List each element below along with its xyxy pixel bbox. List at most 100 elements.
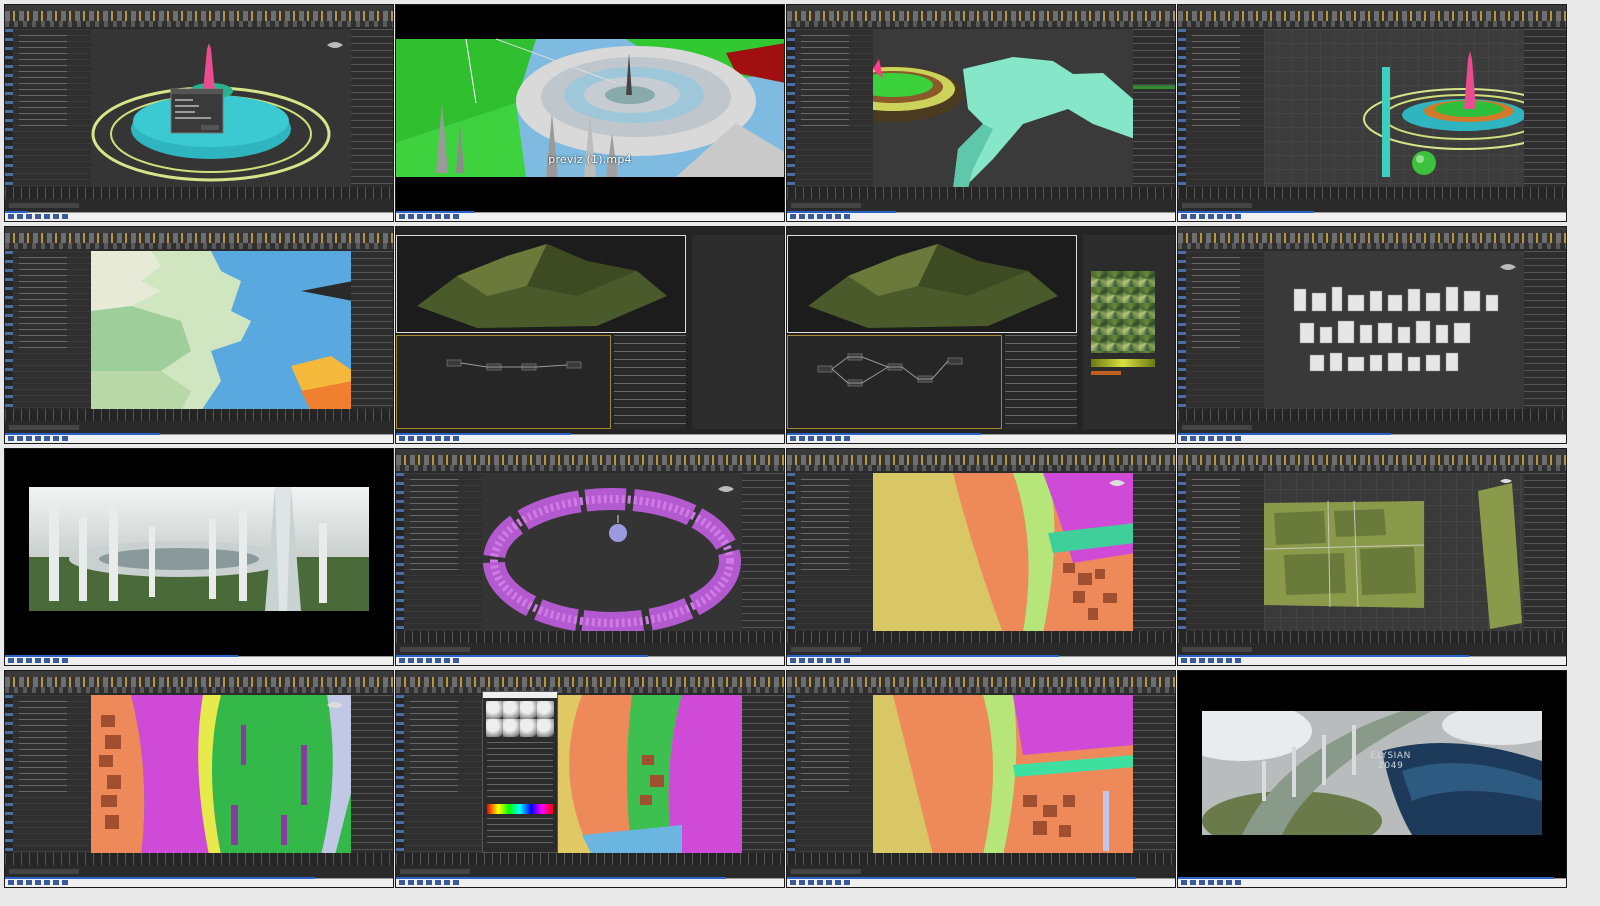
- player-controls[interactable]: [396, 656, 784, 665]
- id-map-scene-1[interactable]: [786, 448, 1176, 666]
- main-toolbar[interactable]: [5, 677, 393, 687]
- secondary-toolbar[interactable]: [396, 687, 784, 693]
- left-toolbar[interactable]: [787, 695, 795, 853]
- main-toolbar[interactable]: [5, 233, 393, 243]
- viewport[interactable]: [1264, 29, 1565, 187]
- material-editor-titlebar[interactable]: [483, 692, 557, 698]
- ring-scatter-scene[interactable]: [395, 448, 785, 666]
- color-values[interactable]: [487, 818, 553, 844]
- command-panel[interactable]: [1133, 473, 1175, 631]
- city-render[interactable]: [4, 448, 394, 666]
- command-panel[interactable]: [1524, 29, 1566, 187]
- left-toolbar[interactable]: [1178, 473, 1186, 631]
- player-controls[interactable]: [787, 212, 1175, 221]
- timeline[interactable]: [396, 631, 784, 643]
- command-panel[interactable]: [1133, 29, 1175, 187]
- player-controls[interactable]: [1178, 656, 1566, 665]
- main-toolbar[interactable]: [396, 455, 784, 465]
- color-spectrum[interactable]: [487, 804, 553, 814]
- texture-panel[interactable]: [1083, 235, 1175, 429]
- player-controls[interactable]: [787, 656, 1175, 665]
- left-toolbar[interactable]: [787, 473, 795, 631]
- viewport[interactable]: [482, 473, 742, 634]
- left-toolbar[interactable]: [5, 695, 13, 853]
- timeline[interactable]: [1178, 187, 1566, 199]
- viewport[interactable]: [91, 695, 353, 855]
- player-controls[interactable]: [5, 434, 393, 443]
- secondary-toolbar[interactable]: [5, 687, 393, 693]
- viewport[interactable]: [91, 29, 351, 187]
- scene-explorer[interactable]: [795, 695, 873, 853]
- left-toolbar[interactable]: [5, 29, 13, 187]
- left-toolbar[interactable]: [396, 473, 404, 631]
- viewport[interactable]: [91, 251, 353, 411]
- scene-explorer[interactable]: [795, 29, 873, 187]
- scene-explorer[interactable]: [1186, 473, 1264, 631]
- node-library[interactable]: [1005, 335, 1077, 429]
- left-toolbar[interactable]: [1178, 29, 1186, 187]
- viewport[interactable]: [873, 695, 1135, 855]
- final-render[interactable]: ELYSIAN 2049: [1177, 670, 1567, 888]
- timeline[interactable]: [787, 853, 1175, 865]
- timeline[interactable]: [1178, 631, 1566, 643]
- left-toolbar[interactable]: [5, 251, 13, 409]
- id-map-scene-2[interactable]: [4, 670, 394, 888]
- player-controls[interactable]: [5, 656, 393, 665]
- player-controls[interactable]: [1178, 212, 1566, 221]
- viewport[interactable]: [873, 473, 1135, 633]
- secondary-toolbar[interactable]: [396, 465, 784, 471]
- timeline[interactable]: [5, 409, 393, 421]
- shoreline-scene[interactable]: [786, 4, 1176, 222]
- timeline[interactable]: [787, 187, 1175, 199]
- player-controls[interactable]: [5, 878, 393, 887]
- scene-explorer[interactable]: [795, 473, 873, 631]
- secondary-toolbar[interactable]: [1178, 465, 1566, 471]
- secondary-toolbar[interactable]: [5, 243, 393, 249]
- terrain-map-scene[interactable]: [4, 226, 394, 444]
- viewport[interactable]: [1264, 251, 1524, 409]
- command-panel[interactable]: [742, 695, 784, 853]
- timeline[interactable]: [5, 853, 393, 865]
- material-editor-scene[interactable]: [395, 670, 785, 888]
- command-panel[interactable]: [1133, 695, 1175, 853]
- material-params[interactable]: [487, 742, 553, 802]
- left-toolbar[interactable]: [1178, 251, 1186, 409]
- player-controls[interactable]: [1178, 878, 1566, 887]
- node-graph[interactable]: [787, 335, 1002, 429]
- buildings-library-scene[interactable]: [1177, 226, 1567, 444]
- command-panel[interactable]: [742, 473, 784, 631]
- gradient-bar[interactable]: [1091, 359, 1155, 367]
- left-toolbar[interactable]: [396, 695, 404, 853]
- left-toolbar[interactable]: [787, 29, 795, 187]
- main-toolbar[interactable]: [787, 11, 1175, 21]
- scene-explorer[interactable]: [13, 251, 91, 409]
- command-panel[interactable]: [351, 695, 393, 853]
- main-toolbar[interactable]: [787, 455, 1175, 465]
- main-toolbar[interactable]: [5, 11, 393, 21]
- secondary-toolbar[interactable]: [787, 465, 1175, 471]
- timeline[interactable]: [787, 631, 1175, 643]
- secondary-toolbar[interactable]: [5, 21, 393, 27]
- player-controls[interactable]: [396, 212, 784, 221]
- secondary-toolbar[interactable]: [1178, 243, 1566, 249]
- secondary-toolbar[interactable]: [787, 21, 1175, 27]
- fields-scene[interactable]: [1177, 448, 1567, 666]
- tower-scene[interactable]: [1177, 4, 1567, 222]
- main-toolbar[interactable]: [1178, 11, 1566, 21]
- main-toolbar[interactable]: [1178, 233, 1566, 243]
- command-panel[interactable]: [351, 29, 393, 187]
- texture-swatch-grid[interactable]: [1091, 271, 1155, 353]
- timeline[interactable]: [396, 853, 784, 865]
- properties-panel[interactable]: [692, 235, 784, 429]
- scene-explorer[interactable]: [13, 695, 91, 853]
- command-panel[interactable]: [1524, 473, 1566, 631]
- player-controls[interactable]: [787, 878, 1175, 887]
- secondary-toolbar[interactable]: [787, 687, 1175, 693]
- timeline[interactable]: [1178, 409, 1566, 421]
- main-toolbar[interactable]: [396, 677, 784, 687]
- player-controls[interactable]: [396, 878, 784, 887]
- player-controls[interactable]: [396, 434, 784, 443]
- player-controls[interactable]: [5, 212, 393, 221]
- main-toolbar[interactable]: [787, 677, 1175, 687]
- node-library[interactable]: [614, 335, 686, 429]
